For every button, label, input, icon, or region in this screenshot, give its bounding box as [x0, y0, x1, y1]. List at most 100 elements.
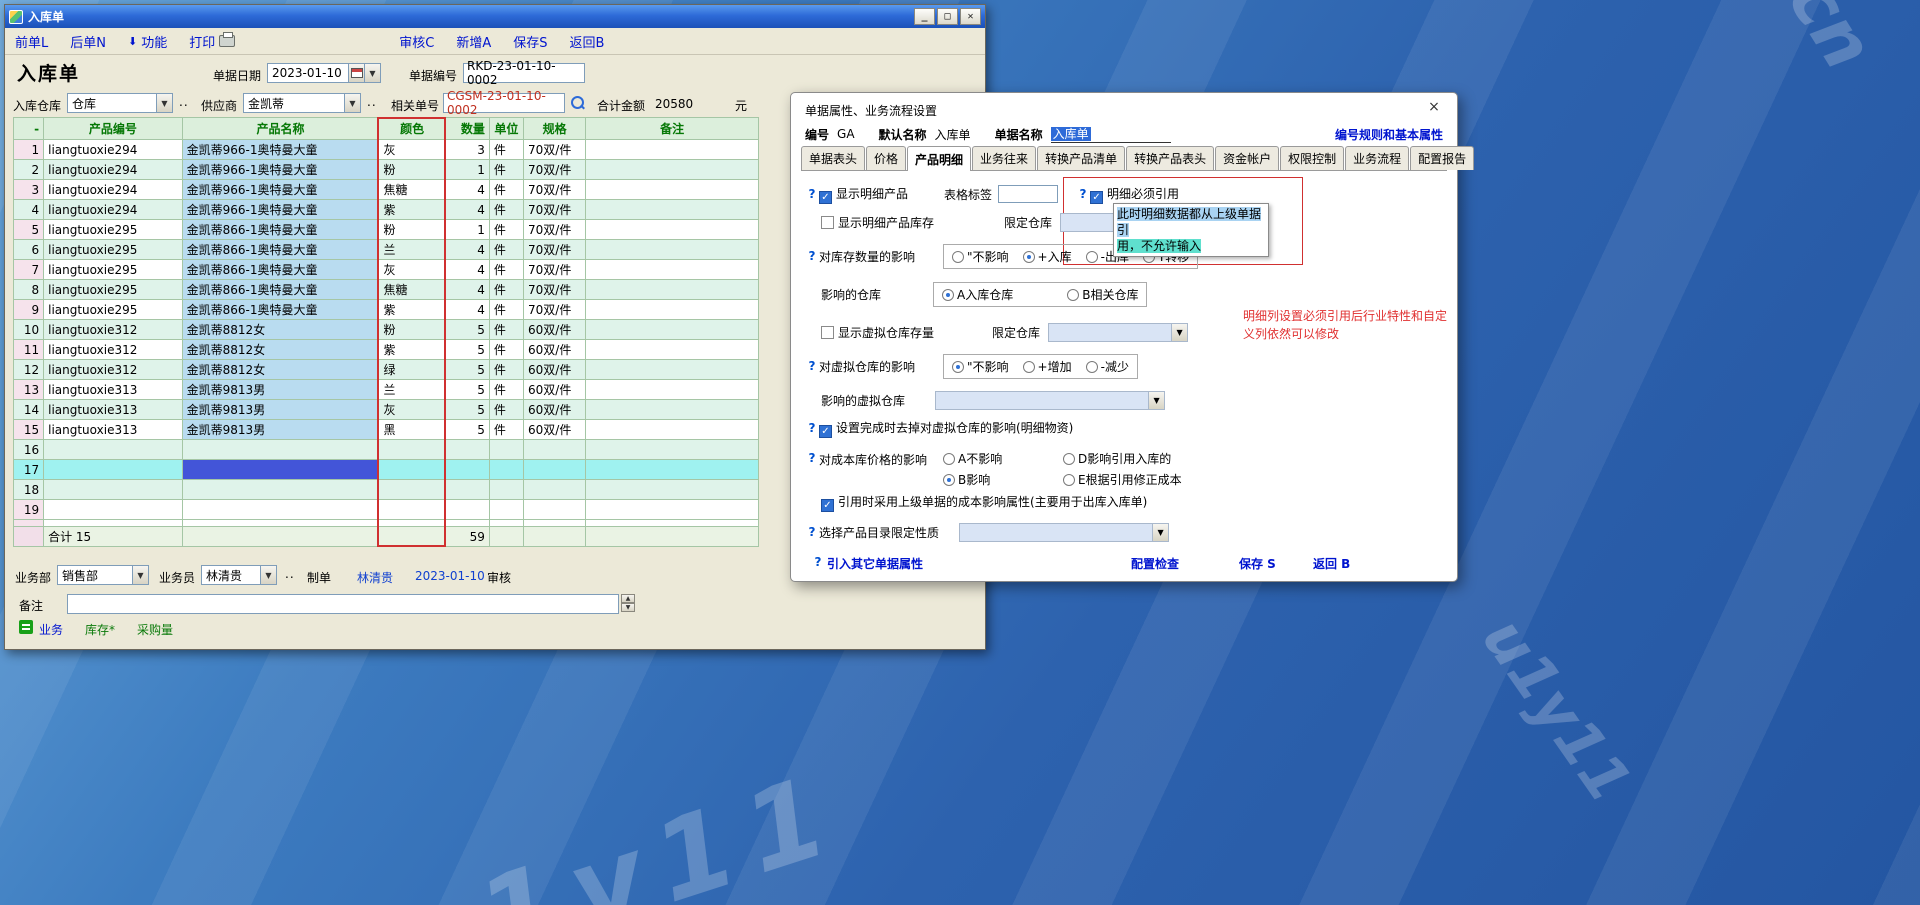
catalog-select[interactable]: ▼: [959, 523, 1169, 542]
tab-convert-header[interactable]: 转换产品表头: [1126, 146, 1214, 170]
table-label-input[interactable]: [998, 185, 1058, 203]
tab-workflow[interactable]: 业务流程: [1345, 146, 1409, 170]
col-header-color[interactable]: 颜色: [379, 118, 445, 140]
col-header-remark[interactable]: 备注: [586, 118, 759, 140]
audit-button[interactable]: 审核C: [399, 32, 434, 51]
add-button[interactable]: 新增A: [456, 32, 491, 51]
tab-price[interactable]: 价格: [866, 146, 906, 170]
chevron-down-icon[interactable]: ▼: [1152, 524, 1168, 541]
chevron-down-icon[interactable]: ▼: [344, 94, 360, 112]
tab-convert-list[interactable]: 转换产品清单: [1037, 146, 1125, 170]
dialog-close-icon[interactable]: ×: [1425, 99, 1443, 115]
clerk-select[interactable]: 林清贵 ▼: [201, 565, 277, 585]
radio-virtual-none[interactable]: "不影响: [952, 358, 1009, 375]
radio-virtual-add[interactable]: +增加: [1023, 358, 1072, 375]
col-header-qty[interactable]: 数量: [445, 118, 489, 140]
radio-selected-icon: [1023, 251, 1035, 263]
help-icon[interactable]: ?: [805, 451, 819, 465]
save-button[interactable]: 保存S: [513, 32, 547, 51]
remark-label: 备注: [19, 597, 43, 614]
radio-virtual-sub[interactable]: -减少: [1086, 358, 1129, 375]
chevron-down-icon[interactable]: ▼: [156, 94, 172, 112]
tab-config-report[interactable]: 配置报告: [1410, 146, 1474, 170]
col-header-spec[interactable]: 规格: [524, 118, 586, 140]
radio-stock-in[interactable]: +入库: [1023, 248, 1072, 265]
minimize-button[interactable]: _: [914, 8, 935, 25]
help-icon[interactable]: ?: [805, 421, 819, 435]
tab-permission[interactable]: 权限控制: [1280, 146, 1344, 170]
radio-no-effect[interactable]: "不影响: [952, 248, 1009, 265]
radio-related-warehouse[interactable]: B相关仓库: [1067, 286, 1138, 303]
tab-business[interactable]: 业务: [39, 621, 63, 638]
help-icon[interactable]: ?: [811, 555, 825, 569]
print-button[interactable]: 打印: [189, 32, 235, 51]
help-icon[interactable]: ?: [805, 249, 819, 263]
checkbox-checked-icon: ✓: [1090, 191, 1103, 204]
chevron-down-icon[interactable]: ▼: [1171, 324, 1187, 341]
import-properties-link[interactable]: 引入其它单据属性: [827, 555, 923, 572]
calendar-icon[interactable]: [348, 64, 364, 82]
warehouse-more-button[interactable]: ..: [179, 95, 189, 109]
radio-inbound-warehouse[interactable]: A入库仓库: [942, 286, 1013, 303]
tab-stock[interactable]: 库存*: [85, 621, 115, 638]
radio-cost-effect[interactable]: B影响: [943, 471, 1063, 488]
warehouse-select[interactable]: 仓库 ▼: [67, 93, 173, 113]
docno-input[interactable]: RKD-23-01-10-0002: [463, 63, 585, 83]
complete-clear-checkbox[interactable]: ✓设置完成时去掉对虚拟仓库的影响(明细物资): [819, 419, 1073, 438]
dept-select[interactable]: 销售部 ▼: [57, 565, 149, 585]
help-icon[interactable]: ?: [805, 359, 819, 373]
function-button[interactable]: ⬇功能: [128, 32, 167, 51]
radio-cost-none[interactable]: A不影响: [943, 450, 1063, 467]
radio-icon: [1086, 361, 1098, 373]
chevron-down-icon: ⬇: [128, 35, 137, 48]
table-row: 8liangtuoxie295金凯蒂866-1奥特曼大童焦糖4件70双/件: [14, 280, 759, 300]
help-icon[interactable]: ?: [805, 187, 819, 201]
close-button[interactable]: ✕: [960, 8, 981, 25]
table-row: 13liangtuoxie313金凯蒂9813男兰5件60双/件: [14, 380, 759, 400]
search-icon[interactable]: [568, 94, 586, 112]
date-input[interactable]: 2023-01-10 ▼: [267, 63, 381, 83]
numbering-rule-link[interactable]: 编号规则和基本属性: [1335, 126, 1443, 143]
chevron-down-icon[interactable]: ▼: [132, 566, 148, 584]
next-doc-button[interactable]: 后单N: [70, 32, 106, 51]
remark-input[interactable]: [67, 594, 619, 614]
ref-cost-checkbox[interactable]: ✓引用时采用上级单据的成本影响属性(主要用于出库入库单): [821, 493, 1147, 512]
tab-doc-header[interactable]: 单据表头: [801, 146, 865, 170]
dialog-back-button[interactable]: 返回 B: [1313, 555, 1350, 572]
show-virtual-checkbox[interactable]: 显示虚拟仓库存量: [821, 324, 934, 341]
supplier-more-button[interactable]: ..: [367, 95, 377, 109]
related-no-input[interactable]: CGSM-23-01-10-0002: [443, 93, 565, 113]
help-icon[interactable]: ?: [805, 525, 819, 539]
show-detail-checkbox[interactable]: ✓显示明细产品: [819, 185, 908, 204]
must-ref-checkbox[interactable]: ✓明细必须引用: [1090, 185, 1179, 204]
maximize-button[interactable]: □: [937, 8, 958, 25]
prev-doc-button[interactable]: 前单L: [15, 32, 48, 51]
radio-cost-fix[interactable]: E根据引用修正成本: [1063, 471, 1182, 488]
virtual-warehouse-select[interactable]: ▼: [935, 391, 1165, 410]
radio-cost-ref-in[interactable]: D影响引用入库的: [1063, 450, 1182, 467]
limit-warehouse2-select[interactable]: ▼: [1048, 323, 1188, 342]
show-stock-checkbox[interactable]: 显示明细产品库存: [821, 214, 934, 231]
chevron-down-icon[interactable]: ▼: [260, 566, 276, 584]
tab-purchase[interactable]: 采购量: [137, 621, 173, 638]
tab-product-detail[interactable]: 产品明细: [907, 146, 971, 171]
chevron-down-icon[interactable]: ▼: [1148, 392, 1164, 409]
chevron-down-icon[interactable]: ▼: [364, 64, 380, 82]
col-header-name[interactable]: 产品名称: [182, 118, 379, 140]
doc-name-input[interactable]: 入库单: [1051, 125, 1171, 143]
table-row: 3liangtuoxie294金凯蒂966-1奥特曼大童焦糖4件70双/件: [14, 180, 759, 200]
clerk-more-button[interactable]: ..: [285, 567, 295, 581]
back-button[interactable]: 返回B: [569, 32, 604, 51]
col-header-code[interactable]: 产品编号: [44, 118, 183, 140]
dialog-body: ? ✓显示明细产品 表格标签 ? ✓明细必须引用 此时明细数据都从上级单据引 用…: [791, 173, 1457, 581]
help-icon[interactable]: ?: [1076, 187, 1090, 201]
remark-spinner[interactable]: ▲▼: [621, 594, 635, 612]
tab-business-contacts[interactable]: 业务往来: [972, 146, 1036, 170]
radio-icon: [1023, 361, 1035, 373]
config-check-link[interactable]: 配置检查: [1131, 555, 1179, 572]
dialog-save-button[interactable]: 保存 S: [1239, 555, 1276, 572]
col-header-unit[interactable]: 单位: [489, 118, 523, 140]
tab-fund-account[interactable]: 资金帐户: [1215, 146, 1279, 170]
supplier-select[interactable]: 金凯蒂 ▼: [243, 93, 361, 113]
col-header-index[interactable]: -: [14, 118, 44, 140]
